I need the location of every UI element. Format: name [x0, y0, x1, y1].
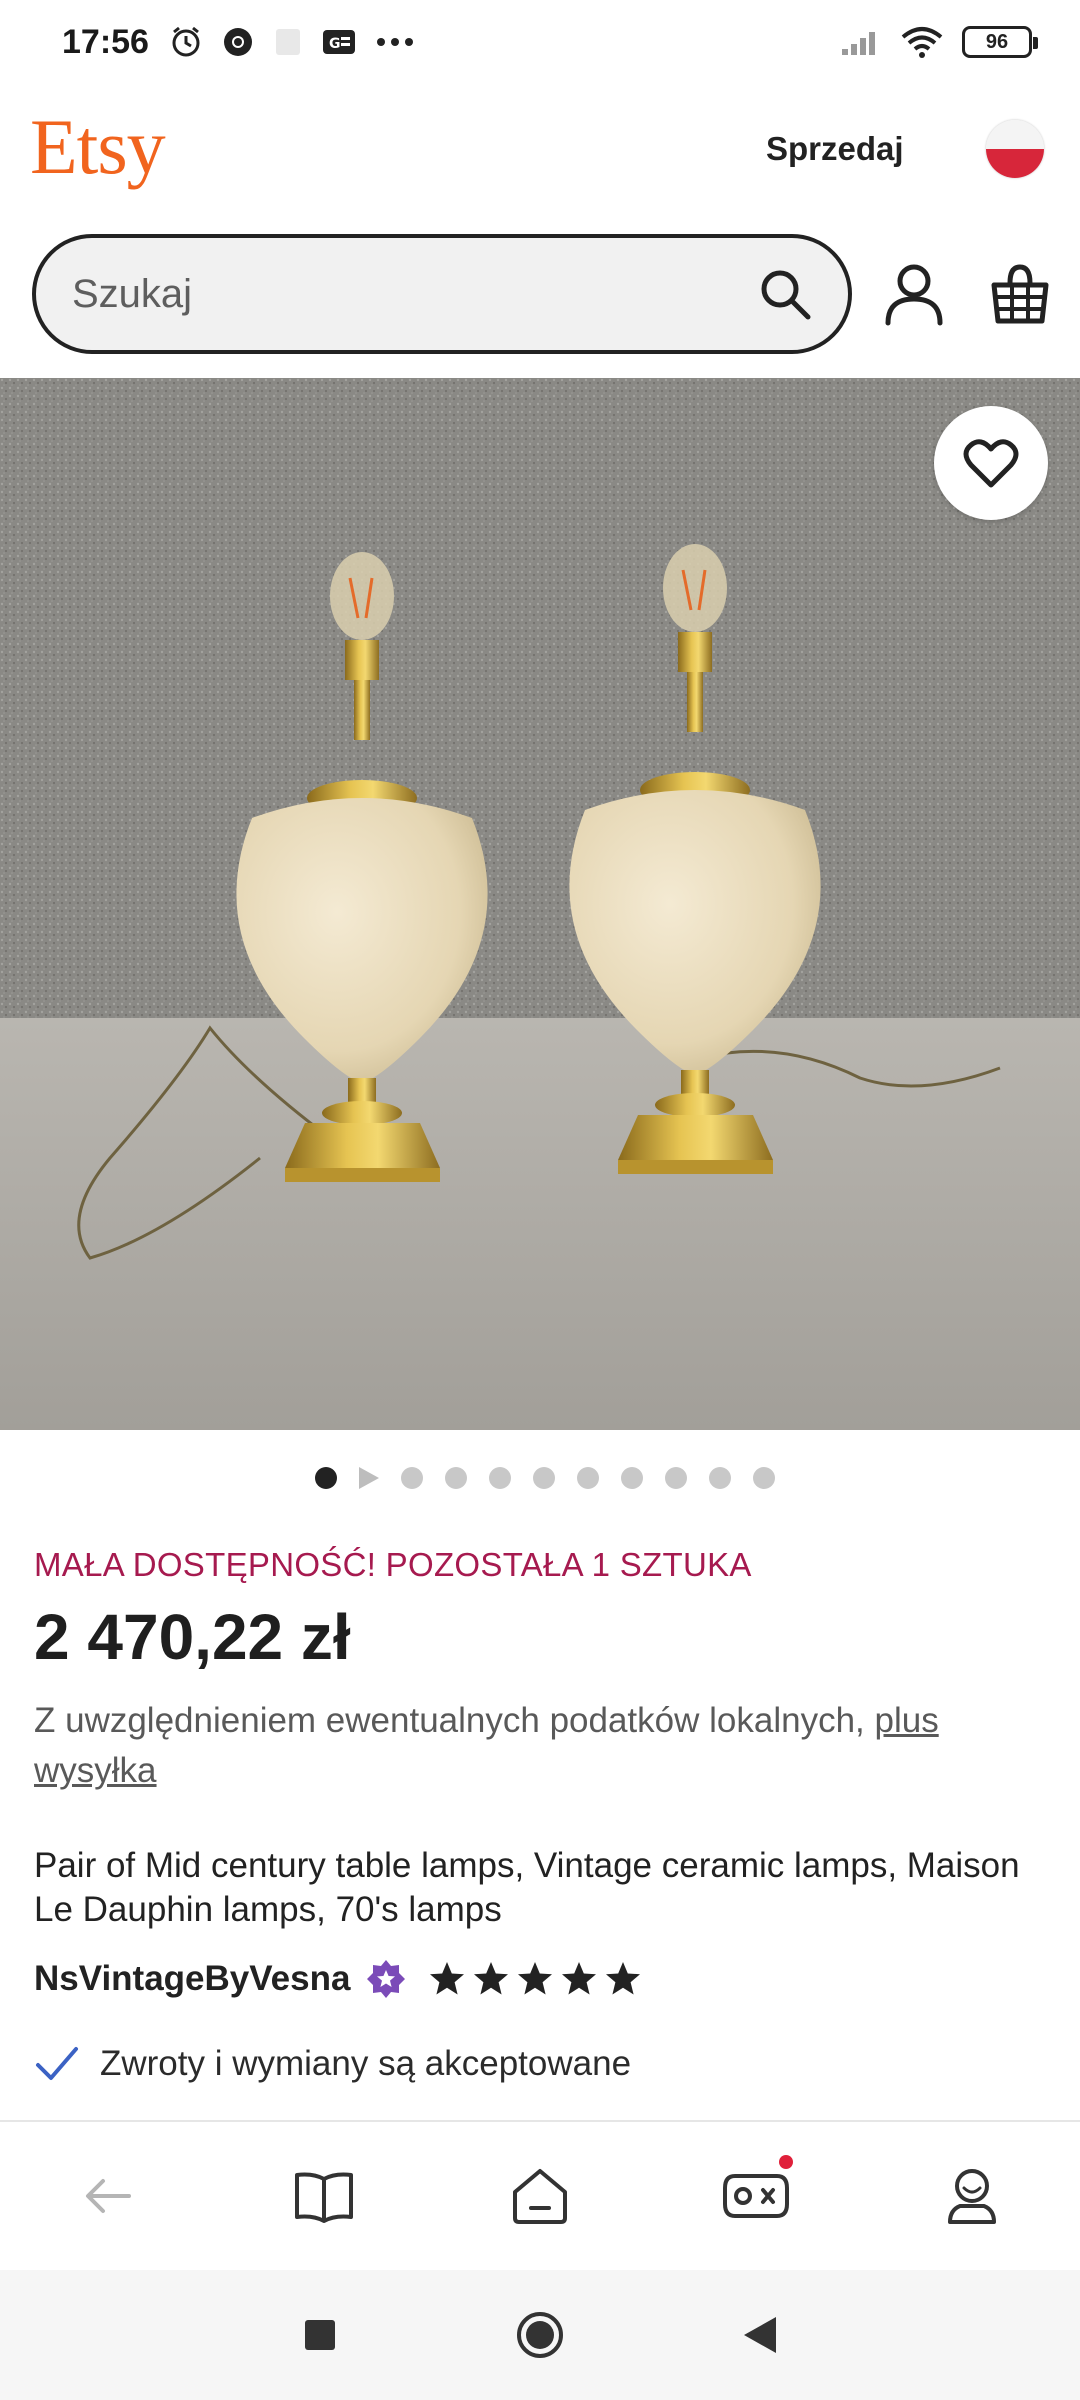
chrome-icon — [223, 28, 252, 56]
notification-dot — [779, 2155, 793, 2169]
carousel-dot[interactable] — [401, 1467, 423, 1489]
system-home-button[interactable] — [505, 2300, 575, 2370]
recents-button[interactable] — [285, 2300, 355, 2370]
profile-icon — [948, 2169, 996, 2224]
carousel-dot[interactable] — [665, 1467, 687, 1489]
search-box[interactable] — [32, 234, 852, 354]
system-back-button[interactable] — [725, 2300, 795, 2370]
recents-square-icon — [305, 2320, 335, 2350]
tax-note-text: Z uwzględnieniem ewentualnych podatków l… — [34, 1701, 875, 1740]
gamepad-icon — [723, 2174, 789, 2218]
rating-stars[interactable] — [428, 1960, 642, 1998]
star-icon — [430, 1962, 465, 1995]
account-icon[interactable] — [874, 254, 954, 334]
returns-row: Zwroty i wymiany są akceptowane — [34, 2038, 631, 2090]
shop-row: NsVintageByVesna — [34, 1954, 642, 2004]
status-bar: 17:56 G 96 — [0, 0, 1080, 84]
g-news-icon: G — [322, 30, 355, 54]
alarm-icon — [172, 26, 200, 57]
carousel-dot[interactable] — [533, 1467, 555, 1489]
video-play-icon[interactable] — [359, 1467, 379, 1489]
product-photo — [0, 378, 1080, 1430]
etsy-logo[interactable]: Etsy — [30, 102, 166, 192]
shop-name-link[interactable]: NsVintageByVesna — [34, 1959, 350, 1999]
bookmarks-button[interactable] — [279, 2151, 369, 2241]
search-row — [0, 230, 1080, 358]
listing-title: Pair of Mid century table lamps, Vintage… — [34, 1846, 1020, 1929]
search-icon[interactable] — [754, 263, 816, 325]
carousel-dot[interactable] — [709, 1467, 731, 1489]
browser-nav-bar — [0, 2120, 1080, 2270]
favorite-button[interactable] — [934, 406, 1048, 520]
star-icon — [562, 1962, 597, 1995]
games-button[interactable] — [711, 2151, 801, 2241]
wifi-icon — [901, 27, 943, 58]
svg-text:G: G — [329, 36, 341, 52]
more-icon — [376, 38, 413, 46]
star-icon — [518, 1962, 553, 1995]
poland-flag-icon[interactable] — [986, 120, 1044, 178]
carousel-dots — [0, 1466, 1080, 1490]
header: Etsy Sprzedaj — [0, 84, 1080, 212]
star-icon — [474, 1962, 509, 1995]
carousel-dot[interactable] — [753, 1467, 775, 1489]
returns-text: Zwroty i wymiany są akceptowane — [100, 2044, 632, 2083]
status-time: 17:56 — [62, 22, 149, 61]
availability-notice: MAŁA DOSTĘPNOŚĆ! POZOSTAŁA 1 SZTUKA — [34, 1546, 752, 1583]
battery-level: 96 — [985, 30, 1009, 53]
home-icon — [513, 2169, 567, 2224]
profile-button[interactable] — [927, 2151, 1017, 2241]
search-input[interactable] — [72, 271, 754, 317]
tax-note: Z uwzględnieniem ewentualnych podatków l… — [34, 1696, 1054, 1796]
price: 2 470,22 zł — [34, 1601, 351, 1673]
notification-icon — [275, 29, 300, 55]
star-icon — [606, 1962, 641, 1995]
cart-icon[interactable] — [980, 254, 1060, 334]
carousel-dot[interactable] — [445, 1467, 467, 1489]
check-icon — [36, 2047, 78, 2080]
battery-icon: 96 — [962, 26, 1038, 58]
carousel-dot-1[interactable] — [315, 1467, 337, 1489]
heart-icon — [963, 439, 1019, 488]
carousel-dot[interactable] — [489, 1467, 511, 1489]
carousel-dot[interactable] — [621, 1467, 643, 1489]
back-triangle-icon — [744, 2317, 776, 2353]
back-button[interactable] — [63, 2151, 153, 2241]
carousel-dot[interactable] — [577, 1467, 599, 1489]
status-right-icons: 96 — [840, 25, 1038, 59]
back-arrow-icon — [86, 2179, 131, 2213]
product-image[interactable] — [0, 378, 1080, 1430]
book-icon — [295, 2172, 353, 2223]
signal-icon — [842, 32, 875, 55]
status-left-icons: G — [169, 25, 415, 59]
home-button[interactable] — [495, 2151, 585, 2241]
sell-link[interactable]: Sprzedaj — [766, 130, 904, 168]
home-circle-icon — [517, 2312, 563, 2358]
star-seller-badge-icon — [366, 1959, 406, 1999]
system-nav-bar — [0, 2270, 1080, 2400]
